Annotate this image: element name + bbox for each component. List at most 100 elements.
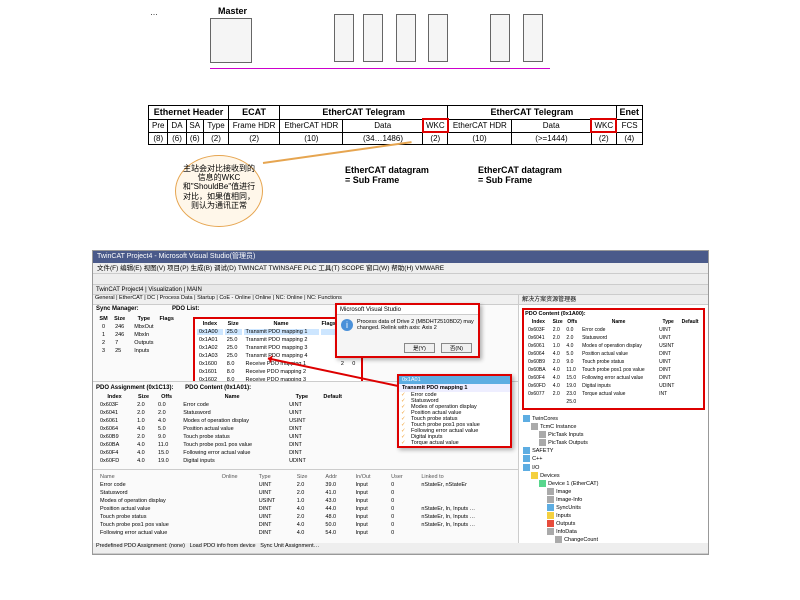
tree-icon	[547, 512, 554, 519]
popup-group[interactable]: Transmit PDO mapping 1	[399, 384, 510, 392]
table-row[interactable]: Touch probe pos1 pos valueDINT4.050.0Inp…	[97, 522, 514, 528]
pdo-assignment-label: PDO Assignment (0x1C13):	[96, 385, 173, 391]
tree-icon	[523, 455, 530, 462]
tree-node[interactable]: SyncUnits	[547, 504, 704, 512]
document-tabs[interactable]: TwinCAT Project4 | Visualization | MAIN	[93, 285, 708, 295]
pdo-mapping-popup[interactable]: 0x1A01 Transmit PDO mapping 1 Error code…	[397, 374, 512, 448]
pdo-content-highlighted: PDO Content (0x1A00): IndexSizeOffsNameT…	[522, 308, 705, 410]
dialog-text: Process data of Drive 2 (MBDHT2510BD2) m…	[357, 319, 474, 331]
relink-dialog: Microsoft Visual Studio i Process data o…	[335, 303, 480, 358]
toolbar[interactable]	[93, 274, 708, 285]
tree-node[interactable]: TwinCores	[523, 415, 704, 423]
table-row[interactable]: 0x60412.02.0StatuswordUINT	[97, 410, 346, 416]
table-row[interactable]: 0x603F2.00.0Error codeUINT	[527, 327, 700, 333]
tree-node[interactable]: I/O	[523, 464, 704, 472]
table-row[interactable]: 0x60F44.015.0Following error actual valu…	[97, 450, 346, 456]
dialog-title: Microsoft Visual Studio	[337, 305, 478, 315]
tree-node[interactable]: C++	[523, 455, 704, 463]
table-row[interactable]: 325Inputs	[98, 348, 174, 354]
table-row[interactable]: 25.0	[527, 399, 700, 405]
table-row[interactable]: 0x60FD4.019.0Digital inputsUDINT	[97, 458, 346, 464]
pdo-content-label: PDO Content (0x1A01):	[185, 385, 251, 391]
datagram-label-1: EtherCAT datagram = Sub Frame	[345, 165, 429, 185]
ethercat-topology: Master …	[150, 8, 630, 93]
slave-5	[490, 14, 510, 62]
table-row[interactable]: Position actual valueDINT4.044.0Input0nS…	[97, 506, 514, 512]
grp-telegram-2: EtherCAT Telegram	[448, 106, 616, 120]
grp-telegram-1: EtherCAT Telegram	[280, 106, 448, 120]
tree-node[interactable]: Image	[547, 488, 704, 496]
tree-icon	[547, 504, 554, 511]
slave-2	[363, 14, 383, 62]
slave-1	[334, 14, 354, 62]
popup-item[interactable]: Torque actual value	[399, 440, 510, 446]
table-row[interactable]: 0x603F2.00.0Error codeUINT	[97, 402, 346, 408]
tree-node[interactable]: Outputs	[547, 520, 704, 528]
table-row[interactable]: 0x60644.05.0Position actual valueDINT	[527, 351, 700, 357]
wkc-cell-2: WKC	[591, 119, 616, 132]
table-row[interactable]: 1246MbxIn	[98, 332, 174, 338]
tree-icon	[523, 415, 530, 422]
table-row[interactable]: 0x60B92.09.0Touch probe statusUINT	[527, 359, 700, 365]
window-title: TwinCAT Project4 - Microsoft Visual Stud…	[93, 251, 708, 263]
tree-icon	[531, 423, 538, 430]
tree-icon	[547, 528, 554, 535]
table-row[interactable]: 0x60F44.015.0Following error actual valu…	[527, 375, 700, 381]
sync-manager-label: Sync Manager:	[96, 306, 139, 312]
tree-icon	[523, 447, 530, 454]
table-row[interactable]: Touch probe statusUINT2.048.0Input0nStat…	[97, 514, 514, 520]
table-row[interactable]: Error codeUINT2.039.0Input0nStateEr, nSt…	[97, 482, 514, 488]
master-device	[210, 18, 252, 63]
menu-bar[interactable]: 文件(F) 编辑(E) 视图(V) 项目(P) 生成(B) 调试(D) TWIN…	[93, 263, 708, 274]
tree-node[interactable]: TcmC Instance	[531, 423, 704, 431]
table-row[interactable]: 0x60412.02.0StatuswordUINT	[527, 335, 700, 341]
tree-node[interactable]: SAFETY	[523, 447, 704, 455]
frame-cells-row: Pre DA SA Type Frame HDR EtherCAT HDR Da…	[149, 119, 643, 132]
table-row[interactable]: 0x60BA4.011.0Touch probe pos1 pos valueD…	[527, 367, 700, 373]
table-row[interactable]: 0x60B92.09.0Touch probe statusUINT	[97, 434, 346, 440]
table-row[interactable]: 0x60772.023.0Torque actual valueINT	[527, 391, 700, 397]
tree-node[interactable]: PicTask Inputs	[539, 431, 704, 439]
slave-6	[523, 14, 543, 62]
slave-3	[396, 14, 416, 62]
table-row[interactable]: 0246MbxOut	[98, 324, 174, 330]
solution-tree[interactable]: TwinCoresTcmC InstancePicTask InputsPicT…	[519, 413, 708, 544]
tree-icon	[539, 480, 546, 487]
solution-explorer[interactable]: 解决方案资源管理器 PDO Content (0x1A00): IndexSiz…	[519, 295, 708, 544]
pdo-content-table[interactable]: IndexSizeOffsNameTypeDefault0x603F2.00.0…	[95, 392, 348, 466]
sync-manager-table[interactable]: SMSizeTypeFlags0246MbxOut1246MbxIn27Outp…	[96, 314, 176, 356]
tree-node[interactable]: Devices	[531, 472, 704, 480]
table-row[interactable]: 0x60611.04.0Modes of operation displayUS…	[97, 418, 346, 424]
wkc-callout: 主站会对比接收到的信息的WKC和"ShouldBe"值进行对比，如果值相同，则认…	[175, 155, 263, 227]
table-row[interactable]: 0x60FD4.019.0Digital inputsUDINT	[527, 383, 700, 389]
table-row[interactable]: Following error actual valueDINT4.054.0I…	[97, 530, 514, 536]
table-row[interactable]: Modes of operation displayUSINT1.043.0In…	[97, 498, 514, 504]
tree-icon	[539, 431, 546, 438]
table-row[interactable]: 0x16008.0Receive PDO mapping 120	[197, 361, 359, 367]
slave-4	[428, 14, 448, 62]
no-button[interactable]: 否(N)	[441, 343, 472, 353]
tree-node[interactable]: Inputs	[547, 512, 704, 520]
tree-node[interactable]: PicTask Outputs	[539, 439, 704, 447]
status-bar: Predefined PDO Assignment: (none) Load P…	[93, 543, 708, 554]
tree-node[interactable]: Device 1 (EtherCAT)	[539, 480, 704, 488]
grp-enet: Enet	[616, 106, 642, 120]
table-row[interactable]: 0x60644.05.0Position actual valueDINT	[97, 426, 346, 432]
table-row[interactable]: 0x60BA4.011.0Touch probe pos1 pos valueD…	[97, 442, 346, 448]
tree-node[interactable]: InfoData	[547, 528, 704, 536]
yes-button[interactable]: 是(Y)	[404, 343, 435, 353]
tree-icon	[523, 464, 530, 471]
table-row[interactable]: 27Outputs	[98, 340, 174, 346]
io-variables-table[interactable]: NameOnlineTypeSizeAddrIn/OutUserLinked t…	[95, 472, 516, 538]
pdo-list-label: PDO List:	[172, 306, 199, 312]
datagram-label-2: EtherCAT datagram = Sub Frame	[478, 165, 562, 185]
table-row[interactable]: StatuswordUINT2.041.0Input0	[97, 490, 514, 496]
tree-node[interactable]: Image-Info	[547, 496, 704, 504]
right-pdo-table: IndexSizeOffsNameTypeDefault0x603F2.00.0…	[525, 317, 702, 407]
master-label: Master	[218, 6, 247, 16]
table-row[interactable]: 0x60611.04.0Modes of operation displayUS…	[527, 343, 700, 349]
bus-line	[210, 68, 550, 69]
popup-header: 0x1A01	[399, 376, 510, 384]
grp-ethernet-header: Ethernet Header	[149, 106, 229, 120]
table-row[interactable]: 0x16028.0Receive PDO mapping 3	[197, 377, 359, 382]
